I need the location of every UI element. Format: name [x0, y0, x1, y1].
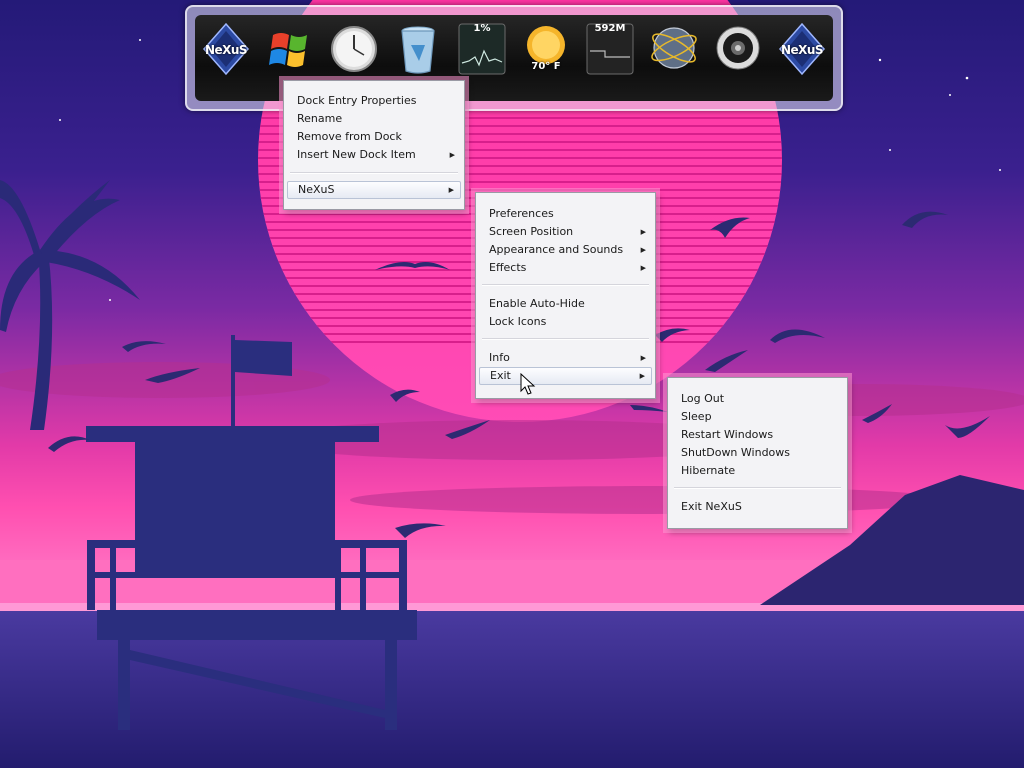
submenu-arrow-icon: ▶: [640, 354, 646, 362]
cpu-usage: 1%: [473, 23, 491, 34]
menu-item-label: Log Out: [681, 392, 725, 405]
dock-item-network[interactable]: [649, 21, 699, 97]
menu-item-label: Hibernate: [681, 464, 736, 477]
dock-entry-context-menu: Dock Entry Properties Rename Remove from…: [283, 80, 465, 210]
submenu-arrow-icon: ▶: [640, 228, 646, 236]
nexus-submenu: Preferences Screen Position ▶ Appearance …: [475, 192, 656, 399]
windows-flag-icon: [269, 33, 307, 67]
submenu-arrow-icon: ▶: [640, 264, 646, 272]
menu-item-label: Insert New Dock Item: [297, 148, 416, 161]
menu-item-label: ShutDown Windows: [681, 446, 791, 459]
menu-item-rename[interactable]: Rename: [287, 110, 461, 128]
dock-label: NeXuS: [204, 43, 248, 57]
menu-item-sleep[interactable]: Sleep: [671, 408, 844, 426]
menu-item-preferences[interactable]: Preferences: [479, 205, 652, 223]
menu-item-screen-position[interactable]: Screen Position ▶: [479, 223, 652, 241]
menu-item-exit[interactable]: Exit ▶: [479, 367, 652, 385]
menu-item-label: Enable Auto-Hide: [489, 297, 585, 310]
menu-item-shutdown-windows[interactable]: ShutDown Windows: [671, 444, 844, 462]
menu-item-hibernate[interactable]: Hibernate: [671, 462, 844, 480]
dock-label: NeXuS: [780, 43, 824, 57]
submenu-arrow-icon: ▶: [639, 372, 645, 380]
menu-item-exit-nexus[interactable]: Exit NeXuS: [671, 498, 844, 516]
menu-item-label: Exit: [490, 369, 511, 382]
clock-icon: [331, 26, 377, 72]
menu-item-restart-windows[interactable]: Restart Windows: [671, 426, 844, 444]
menu-item-appearance-and-sounds[interactable]: Appearance and Sounds ▶: [479, 241, 652, 259]
menu-separator: [482, 338, 649, 340]
dock-item-nexus-left[interactable]: NeXuS: [201, 21, 251, 97]
menu-item-label: Lock Icons: [489, 315, 547, 328]
submenu-arrow-icon: ▶: [449, 151, 455, 159]
menu-item-dock-entry-properties[interactable]: Dock Entry Properties: [287, 92, 461, 110]
menu-item-label: Effects: [489, 261, 527, 274]
menu-item-label: Sleep: [681, 410, 712, 423]
menu-separator: [290, 172, 458, 174]
menu-item-label: Appearance and Sounds: [489, 243, 624, 256]
temperature: 70° F: [531, 61, 561, 72]
dock-item-weather[interactable]: 70° F: [521, 21, 571, 97]
menu-item-label: Dock Entry Properties: [297, 94, 417, 107]
menu-item-enable-auto-hide[interactable]: Enable Auto-Hide: [479, 295, 652, 313]
menu-item-label: Rename: [297, 112, 343, 125]
dock-item-memory-monitor[interactable]: 592M: [585, 21, 635, 97]
submenu-arrow-icon: ▶: [640, 246, 646, 254]
menu-item-nexus[interactable]: NeXuS ▶: [287, 181, 461, 199]
menu-item-info[interactable]: Info ▶: [479, 349, 652, 367]
menu-separator: [482, 284, 649, 286]
desktop[interactable]: NeXuS 1% 70° F 592M NeXuS Dock Entry Pro…: [0, 0, 1024, 768]
menu-item-label: Exit NeXuS: [681, 500, 742, 513]
menu-item-remove-from-dock[interactable]: Remove from Dock: [287, 128, 461, 146]
menu-item-lock-icons[interactable]: Lock Icons: [479, 313, 652, 331]
menu-item-effects[interactable]: Effects ▶: [479, 259, 652, 277]
menu-item-log-out[interactable]: Log Out: [671, 390, 844, 408]
mouse-cursor-icon: [520, 373, 536, 395]
menu-item-label: NeXuS: [298, 183, 335, 196]
exit-submenu: Log Out Sleep Restart Windows ShutDown W…: [667, 377, 848, 529]
dock-item-nexus-right[interactable]: NeXuS: [777, 21, 827, 97]
menu-item-insert-new-dock-item[interactable]: Insert New Dock Item ▶: [287, 146, 461, 164]
speaker-icon: [716, 26, 760, 70]
weather-icon: [527, 26, 565, 64]
recycle-bin-icon: [401, 26, 435, 74]
menu-item-label: Restart Windows: [681, 428, 774, 441]
menu-item-label: Info: [489, 351, 510, 364]
network-globe-icon: [651, 27, 697, 69]
menu-separator: [674, 487, 841, 489]
menu-item-label: Screen Position: [489, 225, 574, 238]
dock-item-speaker[interactable]: [713, 21, 763, 97]
memory-usage: 592M: [594, 23, 626, 34]
menu-item-label: Remove from Dock: [297, 130, 402, 143]
submenu-arrow-icon: ▶: [448, 186, 454, 194]
menu-item-label: Preferences: [489, 207, 554, 220]
